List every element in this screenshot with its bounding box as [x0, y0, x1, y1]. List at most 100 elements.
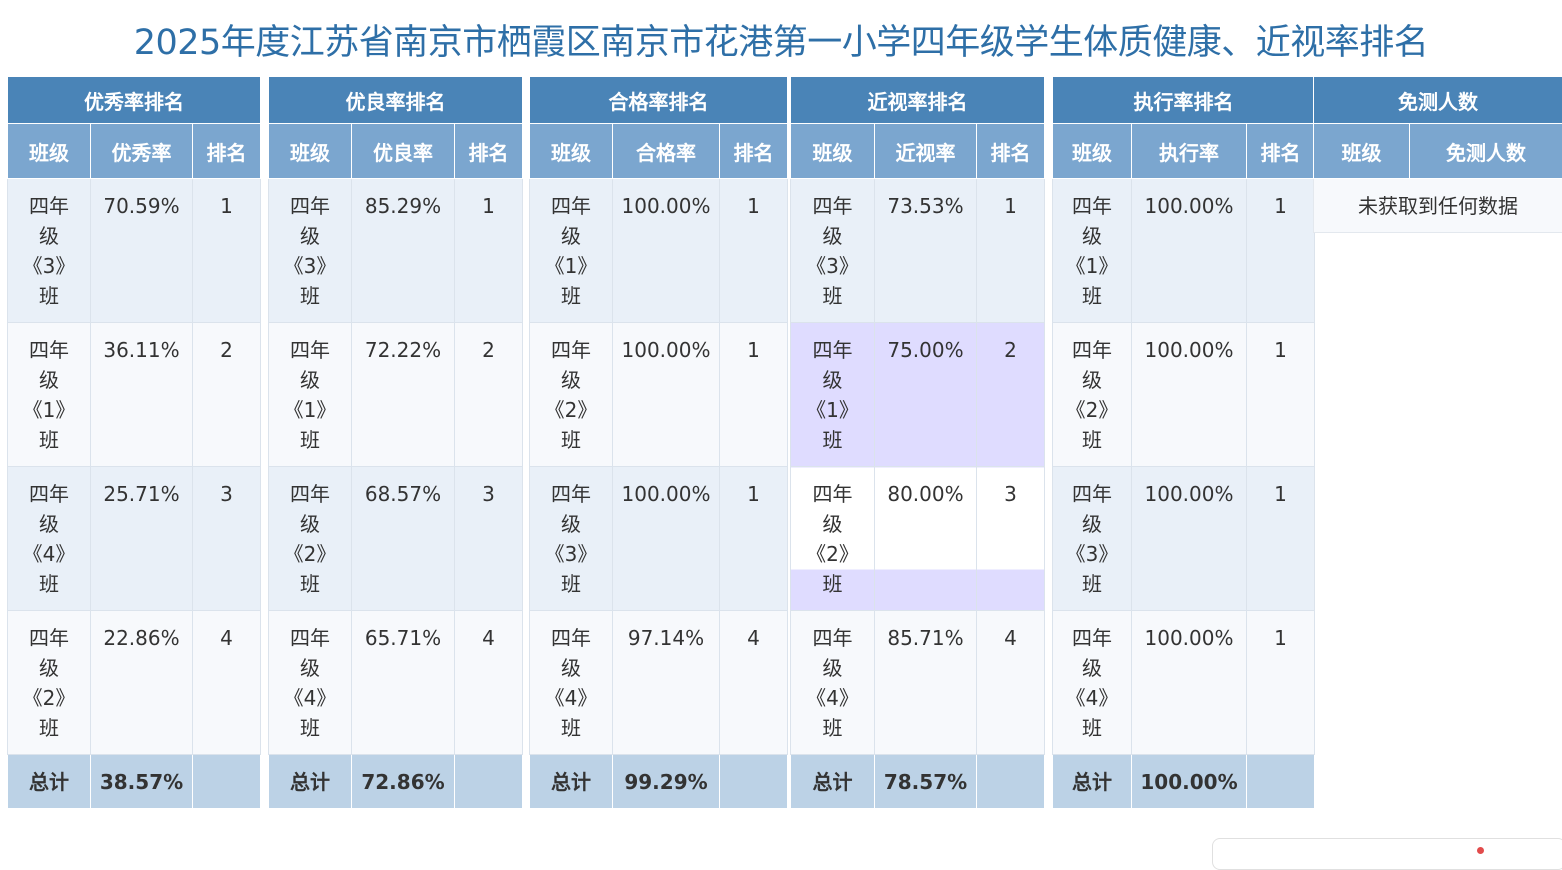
floating-widget[interactable]	[1212, 838, 1562, 870]
table-row: 四年级《4》班85.71%4	[791, 611, 1045, 755]
rank-cell: 1	[720, 179, 788, 323]
excellent-group-header: 优秀率排名	[8, 77, 261, 124]
pass-table: 合格率排名班级合格率排名四年级《1》班100.00%1四年级《2》班100.00…	[529, 76, 788, 809]
rank-cell: 1	[1247, 611, 1315, 755]
class-name-cell: 四年级《4》班	[1053, 611, 1132, 755]
class-name-cell: 四年级《4》班	[269, 611, 352, 755]
class-suffix: 班	[1061, 281, 1123, 311]
class-grade-text: 四年	[1061, 479, 1123, 509]
class-name-cell: 四年级《2》班	[1053, 323, 1132, 467]
class-grade-text: 四年	[799, 191, 866, 221]
class-number: 《2》	[16, 683, 82, 713]
rank-cell: 1	[1247, 323, 1315, 467]
table-row: 四年级《2》班80.00%3	[791, 467, 1045, 611]
notification-dot-icon	[1477, 847, 1484, 854]
excellent-col-header[interactable]: 优秀率	[91, 124, 193, 179]
rate-cell: 100.00%	[1132, 467, 1247, 611]
class-grade-text: 级	[277, 653, 343, 683]
rank-cell: 1	[455, 179, 523, 323]
excellent-col-header[interactable]: 排名	[193, 124, 261, 179]
excellent-col-header[interactable]: 班级	[8, 124, 91, 179]
good-group-header: 优良率排名	[269, 77, 523, 124]
myopia-col-header[interactable]: 班级	[791, 124, 875, 179]
table-row: 四年级《3》班100.00%1	[1053, 467, 1315, 611]
table-row: 四年级《2》班68.57%3	[269, 467, 523, 611]
rate-cell: 65.71%	[352, 611, 455, 755]
class-name-cell: 四年级《4》班	[791, 611, 875, 755]
rank-cell: 1	[720, 323, 788, 467]
excellent-table: 优秀率排名班级优秀率排名四年级《3》班70.59%1四年级《1》班36.11%2…	[7, 76, 261, 809]
class-suffix: 班	[799, 713, 866, 743]
rate-cell: 73.53%	[875, 179, 977, 323]
total-rank-empty	[193, 755, 261, 809]
rate-cell: 70.59%	[91, 179, 193, 323]
total-rate: 78.57%	[875, 755, 977, 809]
table-row: 四年级《2》班100.00%1	[1053, 323, 1315, 467]
class-grade-text: 四年	[277, 335, 343, 365]
exempt-col-header[interactable]: 免测人数	[1410, 124, 1562, 179]
class-number: 《4》	[799, 683, 866, 713]
pass-col-header[interactable]: 班级	[530, 124, 613, 179]
rate-cell: 100.00%	[613, 323, 720, 467]
class-grade-text: 四年	[16, 623, 82, 653]
class-number: 《4》	[538, 683, 604, 713]
class-suffix: 班	[1061, 569, 1123, 599]
total-rate: 100.00%	[1132, 755, 1247, 809]
exec-col-header[interactable]: 班级	[1053, 124, 1132, 179]
exec-group-header: 执行率排名	[1053, 77, 1315, 124]
total-row: 总计38.57%	[8, 755, 261, 809]
class-grade-text: 级	[799, 653, 866, 683]
class-grade-text: 级	[1061, 509, 1123, 539]
class-name-cell: 四年级《3》班	[8, 179, 91, 323]
rate-cell: 75.00%	[875, 323, 977, 467]
table-row: 四年级《3》班70.59%1	[8, 179, 261, 323]
exempt-group-header: 免测人数	[1314, 77, 1562, 124]
class-name-cell: 四年级《3》班	[1053, 467, 1132, 611]
myopia-col-header[interactable]: 近视率	[875, 124, 977, 179]
class-suffix: 班	[277, 281, 343, 311]
exec-col-header[interactable]: 排名	[1247, 124, 1315, 179]
rank-cell: 4	[455, 611, 523, 755]
class-name-cell: 四年级《2》班	[8, 611, 91, 755]
pass-col-header[interactable]: 合格率	[613, 124, 720, 179]
good-col-header[interactable]: 优良率	[352, 124, 455, 179]
class-grade-text: 四年	[277, 623, 343, 653]
class-grade-text: 级	[277, 221, 343, 251]
class-number: 《2》	[1061, 395, 1123, 425]
table-row: 四年级《1》班72.22%2	[269, 323, 523, 467]
class-grade-text: 四年	[799, 335, 866, 365]
class-grade-text: 四年	[799, 479, 866, 509]
class-grade-text: 级	[1061, 221, 1123, 251]
myopia-table: 近视率排名班级近视率排名四年级《3》班73.53%1四年级《1》班75.00%2…	[790, 76, 1045, 809]
rank-cell: 4	[977, 611, 1045, 755]
rate-cell: 97.14%	[613, 611, 720, 755]
class-suffix: 班	[16, 425, 82, 455]
exec-col-header[interactable]: 执行率	[1132, 124, 1247, 179]
class-name-cell: 四年级《2》班	[269, 467, 352, 611]
exempt-col-header[interactable]: 班级	[1314, 124, 1410, 179]
class-grade-text: 级	[16, 653, 82, 683]
class-suffix: 班	[277, 569, 343, 599]
myopia-col-header[interactable]: 排名	[977, 124, 1045, 179]
class-suffix: 班	[799, 425, 866, 455]
rank-cell: 4	[720, 611, 788, 755]
class-suffix: 班	[538, 713, 604, 743]
pass-col-header[interactable]: 排名	[720, 124, 788, 179]
class-number: 《1》	[799, 395, 866, 425]
myopia-rate-panel: 近视率排名班级近视率排名四年级《3》班73.53%1四年级《1》班75.00%2…	[790, 76, 1044, 809]
class-suffix: 班	[16, 281, 82, 311]
good-col-header[interactable]: 排名	[455, 124, 523, 179]
class-grade-text: 四年	[1061, 623, 1123, 653]
table-row: 四年级《4》班65.71%4	[269, 611, 523, 755]
good-col-header[interactable]: 班级	[269, 124, 352, 179]
execution-rate-panel: 执行率排名班级执行率排名四年级《1》班100.00%1四年级《2》班100.00…	[1052, 76, 1314, 809]
total-rate: 38.57%	[91, 755, 193, 809]
total-rate: 72.86%	[352, 755, 455, 809]
class-grade-text: 四年	[277, 191, 343, 221]
class-number: 《2》	[538, 395, 604, 425]
table-row: 四年级《1》班36.11%2	[8, 323, 261, 467]
total-row: 总计100.00%	[1053, 755, 1315, 809]
class-number: 《3》	[538, 539, 604, 569]
total-rank-empty	[1247, 755, 1315, 809]
class-name-cell: 四年级《4》班	[8, 467, 91, 611]
